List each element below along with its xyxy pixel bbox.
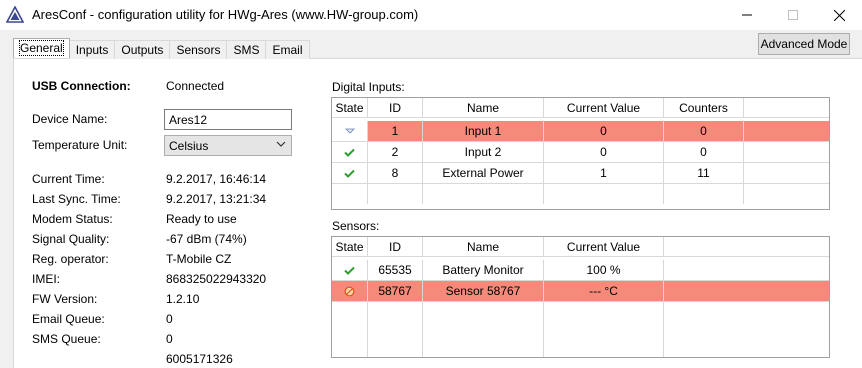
- last-sync-value: 9.2.2017, 13:21:34: [166, 192, 267, 206]
- temperature-unit-select[interactable]: Celsius: [164, 135, 292, 156]
- header-filler: [744, 98, 829, 118]
- counter-cell: 0: [664, 142, 744, 162]
- state-cell: [332, 260, 368, 280]
- checkmark-icon: [344, 148, 355, 157]
- title-bar: AresConf - configuration utility for HWg…: [0, 0, 862, 30]
- email-queue-label: Email Queue:: [32, 312, 105, 326]
- tab-general[interactable]: General: [13, 38, 70, 58]
- column-header[interactable]: Name: [423, 98, 544, 118]
- current-time-value: 9.2.2017, 16:46:14: [166, 172, 267, 186]
- chevron-down-icon: [276, 139, 286, 149]
- imei-value: 868325022943320: [166, 272, 267, 286]
- column-header[interactable]: Name: [423, 237, 544, 257]
- tab-sensors[interactable]: Sensors: [169, 40, 228, 59]
- table-row[interactable]: 58767 Sensor 58767 --- °C: [332, 281, 829, 301]
- last-sync-label: Last Sync. Time:: [32, 192, 121, 206]
- value-cell: 0: [544, 121, 664, 141]
- row-filler: [664, 281, 829, 301]
- arrow-down-icon: [344, 127, 355, 135]
- email-queue-value: 0: [166, 312, 173, 326]
- counter-cell: 11: [664, 163, 744, 183]
- state-cell: [332, 142, 368, 162]
- id-cell: 8: [368, 163, 423, 183]
- usb-connection-value: Connected: [166, 79, 225, 93]
- maximize-button[interactable]: [770, 0, 816, 30]
- empty-row: [332, 302, 829, 357]
- value-cell: 1: [544, 163, 664, 183]
- counter-cell: 0: [664, 121, 744, 141]
- name-cell: Battery Monitor: [423, 260, 544, 280]
- error-icon: [344, 286, 355, 297]
- name-cell: Sensor 58767: [423, 281, 544, 301]
- modem-status-value: Ready to use: [166, 212, 237, 226]
- empty-row: [332, 184, 829, 204]
- table-row[interactable]: 8 External Power 1 11: [332, 163, 829, 183]
- column-header[interactable]: State: [332, 98, 368, 118]
- state-cell: [332, 163, 368, 183]
- app-logo-icon: [6, 6, 24, 24]
- value-cell: 0: [544, 142, 664, 162]
- state-cell: [332, 281, 368, 301]
- reg-operator-label: Reg. operator:: [32, 252, 109, 266]
- column-header[interactable]: State: [332, 237, 368, 257]
- window-title: AresConf - configuration utility for HWg…: [32, 7, 419, 22]
- sensors-table[interactable]: State ID Name Current Value 65535 Batter…: [331, 236, 830, 358]
- sms-queue-value: 0: [166, 332, 173, 346]
- row-filler: [664, 260, 829, 280]
- column-header[interactable]: Counters: [664, 98, 744, 118]
- digital-inputs-table[interactable]: State ID Name Current Value Counters 1 I…: [331, 97, 830, 210]
- table-row[interactable]: 65535 Battery Monitor 100 %: [332, 260, 829, 280]
- sms-queue-label: SMS Queue:: [32, 332, 101, 346]
- column-header[interactable]: Current Value: [544, 237, 664, 257]
- temperature-unit-value: Celsius: [169, 139, 209, 153]
- tab-sms[interactable]: SMS: [226, 40, 267, 59]
- tab-email[interactable]: Email: [265, 40, 310, 59]
- fw-version-label: FW Version:: [32, 292, 98, 306]
- name-cell: Input 1: [423, 121, 544, 141]
- close-button[interactable]: [816, 0, 862, 30]
- sensors-label: Sensors:: [332, 219, 380, 233]
- table-row[interactable]: 2 Input 2 0 0: [332, 142, 829, 162]
- device-name-input[interactable]: Ares12: [164, 109, 292, 130]
- tab-outputs[interactable]: Outputs: [114, 40, 171, 59]
- table-header: State ID Name Current Value Counters: [332, 98, 829, 118]
- header-filler: [664, 237, 829, 257]
- tab-inputs[interactable]: Inputs: [68, 40, 116, 59]
- column-header[interactable]: ID: [368, 237, 423, 257]
- signal-quality-value: -67 dBm (74%): [166, 232, 247, 246]
- current-time-label: Current Time:: [32, 172, 105, 186]
- id-cell: 58767: [368, 281, 423, 301]
- reg-operator-value: T-Mobile CZ: [166, 252, 232, 266]
- temperature-unit-label: Temperature Unit:: [32, 138, 128, 152]
- state-cell: [332, 121, 368, 141]
- minimize-button[interactable]: [724, 0, 770, 30]
- modem-status-label: Modem Status:: [32, 212, 113, 226]
- name-cell: Input 2: [423, 142, 544, 162]
- id-cell: 1: [368, 121, 423, 141]
- value-cell: 100 %: [544, 260, 664, 280]
- name-cell: External Power: [423, 163, 544, 183]
- device-name-label: Device Name:: [32, 112, 108, 126]
- fw-version-value: 1.2.10: [166, 292, 200, 306]
- column-header[interactable]: Current Value: [544, 98, 664, 118]
- id-cell: 65535: [368, 260, 423, 280]
- table-header: State ID Name Current Value: [332, 237, 829, 257]
- checkmark-icon: [344, 169, 355, 178]
- checkmark-icon: [344, 266, 355, 275]
- signal-quality-label: Signal Quality:: [32, 232, 110, 246]
- advanced-mode-button[interactable]: Advanced Mode: [758, 33, 850, 55]
- row-filler: [744, 142, 829, 162]
- row-filler: [744, 163, 829, 183]
- extra-info-value: 6005171326: [166, 352, 233, 366]
- id-cell: 2: [368, 142, 423, 162]
- imei-label: IMEI:: [32, 272, 61, 286]
- tab-strip: General Inputs Outputs Sensors SMS Email: [13, 38, 310, 59]
- value-cell: --- °C: [544, 281, 664, 301]
- table-row[interactable]: 1 Input 1 0 0: [332, 121, 829, 141]
- row-filler: [744, 121, 829, 141]
- digital-inputs-label: Digital Inputs:: [332, 80, 405, 94]
- column-header[interactable]: ID: [368, 98, 423, 118]
- usb-connection-label: USB Connection:: [32, 79, 131, 93]
